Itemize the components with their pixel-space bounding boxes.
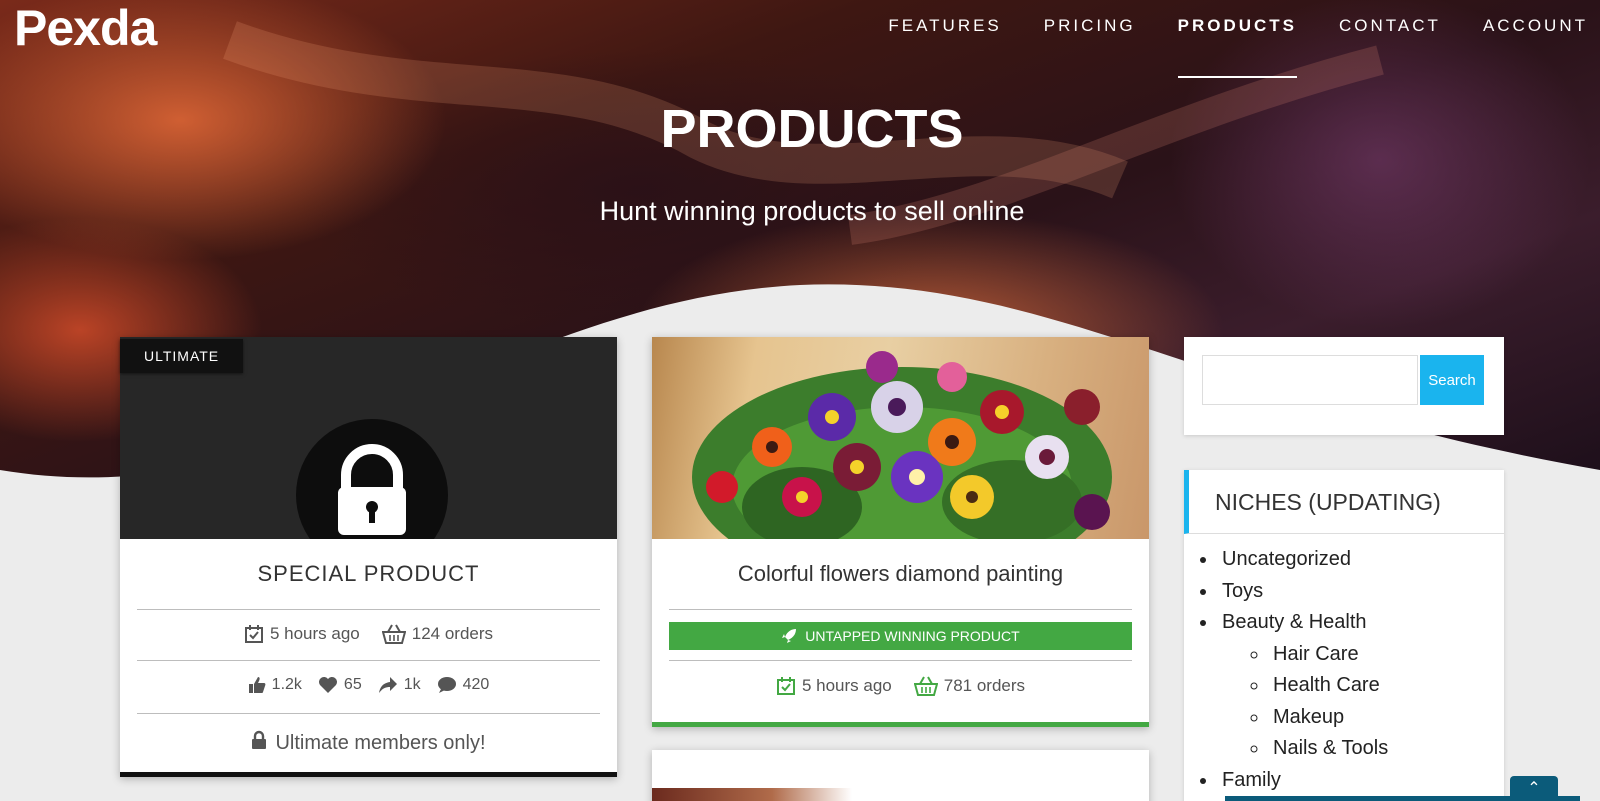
divider — [137, 609, 600, 610]
main-nav: FEATURES PRICING PRODUCTS CONTACT ACCOUN… — [846, 14, 1588, 78]
niches-heading: NICHES (UPDATING) — [1184, 470, 1504, 534]
nav-pricing[interactable]: PRICING — [1044, 14, 1136, 38]
rocket-icon — [782, 629, 797, 643]
product-time: 5 hours ago — [801, 676, 892, 695]
calendar-check-icon — [244, 624, 264, 644]
divider — [137, 713, 600, 714]
members-only-notice: Ultimate members only! — [120, 730, 617, 756]
search-button[interactable]: Search — [1420, 355, 1484, 405]
product-card[interactable]: Colorful flowers diamond painting UNTAPP… — [652, 337, 1149, 727]
calendar-check-icon — [776, 676, 796, 696]
niche-item-health-care[interactable]: Health Care — [1269, 670, 1388, 702]
hearts-count: 65 — [343, 676, 362, 693]
divider — [137, 660, 600, 661]
padlock-icon — [338, 444, 406, 535]
likes-count: 1.2k — [271, 676, 302, 693]
product-image-partial — [652, 788, 852, 801]
niche-item-toys[interactable]: Toys — [1218, 576, 1388, 608]
page-title: PRODUCTS — [660, 99, 964, 159]
bottom-bar — [1225, 796, 1580, 801]
search-input[interactable] — [1202, 355, 1418, 405]
ultimate-badge: ULTIMATE — [120, 339, 244, 373]
niche-item-uncategorized[interactable]: Uncategorized — [1218, 544, 1388, 576]
product-meta-row: 5 hours ago 124 orders — [120, 624, 617, 644]
niche-item-makeup[interactable]: Makeup — [1269, 702, 1388, 734]
product-card-partial[interactable] — [652, 750, 1149, 801]
lock-circle — [296, 419, 448, 539]
comment-icon — [437, 676, 457, 694]
product-title[interactable]: SPECIAL PRODUCT — [120, 561, 617, 587]
niches-widget: NICHES (UPDATING) Uncategorized Toys Bea… — [1184, 470, 1504, 801]
thumbs-up-icon — [248, 676, 266, 694]
nav-products[interactable]: PRODUCTS — [1177, 14, 1298, 78]
niche-sublist: Hair Care Health Care Makeup Nails & Too… — [1222, 639, 1388, 765]
comments-count: 420 — [462, 676, 490, 693]
divider — [669, 609, 1132, 610]
product-title[interactable]: Colorful flowers diamond painting — [652, 561, 1149, 587]
members-only-text: Ultimate members only! — [275, 731, 486, 754]
nav-features[interactable]: FEATURES — [888, 14, 1001, 38]
nav-contact[interactable]: CONTACT — [1339, 14, 1441, 38]
niche-item-label[interactable]: Beauty & Health — [1222, 611, 1367, 633]
nav-account[interactable]: ACCOUNT — [1483, 14, 1588, 38]
product-meta-row: 5 hours ago 781 orders — [652, 676, 1149, 696]
chevron-up-icon: ⌃ — [1527, 780, 1541, 797]
site-logo[interactable]: Pexda — [14, 0, 157, 56]
shares-count: 1k — [403, 676, 421, 693]
product-orders: 781 orders — [943, 676, 1026, 695]
product-image[interactable] — [652, 337, 1149, 539]
product-card-locked[interactable]: ULTIMATE SPECIAL PRODUCT 5 hours ago 124… — [120, 337, 617, 777]
divider — [669, 660, 1132, 661]
niche-item-beauty-health[interactable]: Beauty & Health Hair Care Health Care Ma… — [1218, 607, 1388, 765]
basket-icon — [381, 624, 406, 644]
winning-product-label: UNTAPPED WINNING PRODUCT — [805, 628, 1020, 644]
niche-item-hair-care[interactable]: Hair Care — [1269, 639, 1388, 671]
engagement-row: 1.2k 65 1k 420 — [120, 676, 617, 694]
heart-icon — [318, 676, 338, 694]
niche-item-family[interactable]: Family — [1218, 765, 1388, 797]
flowers-illustration — [692, 351, 1112, 539]
basket-icon — [913, 676, 938, 696]
winning-product-tag: UNTAPPED WINNING PRODUCT — [669, 622, 1132, 650]
page-subtitle: Hunt winning products to sell online — [599, 196, 1025, 226]
niche-list: Uncategorized Toys Beauty & Health Hair … — [1218, 544, 1388, 796]
product-orders: 124 orders — [411, 624, 494, 643]
niche-item-nails-tools[interactable]: Nails & Tools — [1269, 733, 1388, 765]
lock-icon — [251, 730, 267, 756]
share-icon — [378, 676, 398, 694]
product-time: 5 hours ago — [269, 624, 360, 643]
